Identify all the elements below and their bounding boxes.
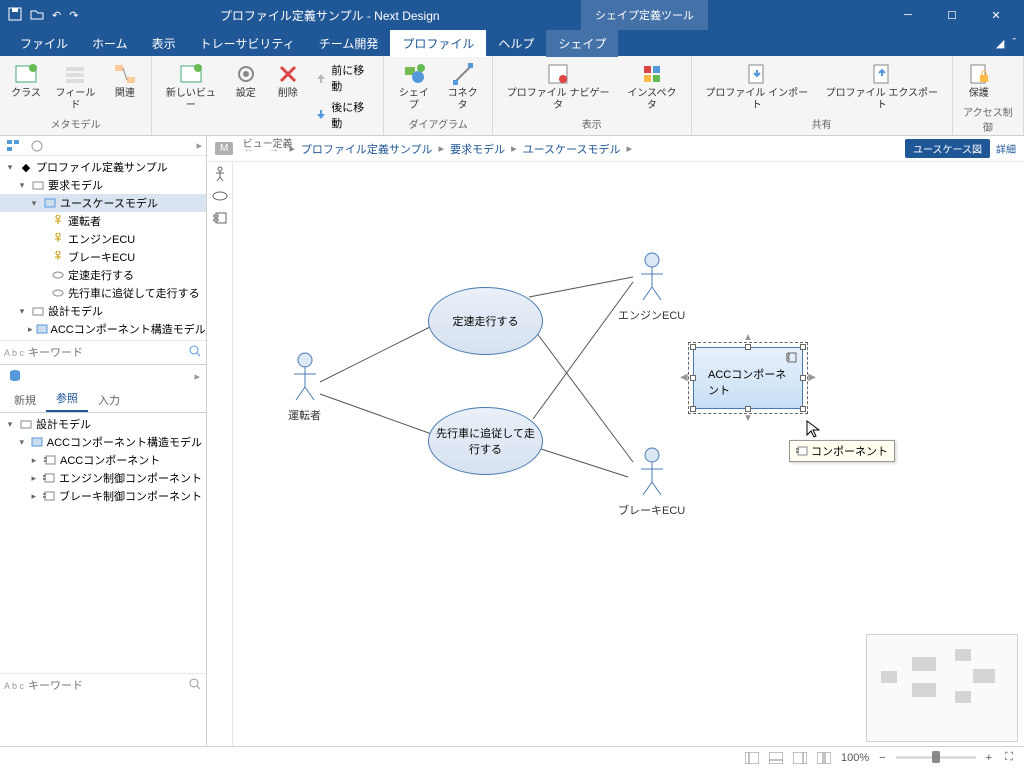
open-icon[interactable] bbox=[30, 7, 44, 24]
ribbon-collapse-icon[interactable]: ◢ bbox=[996, 37, 1004, 50]
actor-brake[interactable]: ブレーキECU bbox=[618, 447, 685, 518]
tab-input[interactable]: 入力 bbox=[88, 388, 130, 412]
m-badge: M bbox=[215, 142, 233, 155]
tab-shape[interactable]: シェイプ bbox=[546, 30, 618, 57]
layout4-icon[interactable] bbox=[817, 751, 831, 765]
undo-icon[interactable]: ↶ bbox=[52, 9, 61, 22]
usecase-cruise[interactable]: 定速走行する bbox=[428, 287, 543, 355]
actor-engine[interactable]: エンジンECU bbox=[618, 252, 685, 323]
nav-fwd[interactable]: → bbox=[264, 143, 283, 155]
collapse-icon[interactable]: ▸ bbox=[196, 139, 202, 152]
group-display: 表示 bbox=[499, 114, 685, 133]
titlebar: ↶ ↷ プロファイル定義サンプル - Next Design シェイプ定義ツール… bbox=[0, 0, 1024, 30]
actor-driver[interactable]: 運転者 bbox=[288, 352, 321, 423]
sidebar: ▸ ▾◆プロファイル定義サンプル ▾要求モデル ▾ユースケースモデル 運転者 エ… bbox=[0, 136, 207, 746]
group-share: 共有 bbox=[698, 114, 946, 133]
export-button[interactable]: プロファイル エクスポート bbox=[818, 60, 946, 114]
keyword-input-2[interactable] bbox=[28, 680, 184, 692]
tree-item-usecase: ▾ユースケースモデル bbox=[0, 194, 206, 212]
zoom-label: 100% bbox=[841, 752, 869, 764]
contextual-tab-label: シェイプ定義ツール bbox=[581, 0, 708, 30]
layout3-icon[interactable] bbox=[793, 751, 807, 765]
close-button[interactable]: ✕ bbox=[976, 0, 1016, 30]
moveup-button[interactable]: 前に移動 bbox=[310, 60, 378, 96]
settings-button[interactable]: 設定 bbox=[226, 60, 266, 102]
tree-icon[interactable] bbox=[4, 137, 22, 155]
component-icon bbox=[786, 352, 797, 363]
keyword-input[interactable] bbox=[28, 347, 184, 359]
inspector-button[interactable]: インスペクタ bbox=[619, 60, 684, 114]
ref-tree[interactable]: ▾設計モデル ▾ACCコンポーネント構造モデル ▸ACCコンポーネント ▸エンジ… bbox=[0, 413, 206, 673]
diagram-canvas[interactable]: 運転者 エンジンECU ブレーキECU 定速走行する 先行車に追従して走 行する bbox=[233, 162, 1024, 746]
class-button[interactable]: クラス bbox=[6, 60, 46, 102]
tab-file[interactable]: ファイル bbox=[8, 30, 80, 57]
usecase-follow[interactable]: 先行車に追従して走 行する bbox=[428, 407, 543, 475]
nav-back[interactable]: ← bbox=[239, 143, 258, 155]
drop-tooltip: コンポーネント bbox=[789, 440, 895, 462]
tab-profile[interactable]: プロファイル bbox=[390, 30, 486, 57]
tree-toolbar: ▸ bbox=[0, 136, 206, 156]
delete-button[interactable]: 削除 bbox=[268, 60, 308, 102]
view-badge[interactable]: ユースケース図 bbox=[905, 139, 990, 158]
newview-button[interactable]: 新しいビュー bbox=[158, 60, 224, 114]
ribbon: クラス フィールド 関連 メタモデル 新しいビュー 設定 削除 前に移動 後に移… bbox=[0, 56, 1024, 136]
profnav-button[interactable]: プロファイル ナビゲータ bbox=[499, 60, 617, 114]
zoom-slider[interactable] bbox=[896, 756, 976, 759]
detail-link[interactable]: 詳細 bbox=[996, 141, 1016, 156]
canvas-area: M ← → ▸ プロファイル定義サンプル▸ 要求モデル▸ ユースケースモデル▸ … bbox=[207, 136, 1024, 746]
filter-toggle2-icon[interactable] bbox=[188, 677, 202, 694]
maximize-button[interactable]: ☐ bbox=[932, 0, 972, 30]
group-diagram: ダイアグラム bbox=[390, 114, 486, 133]
assoc-button[interactable]: 関連 bbox=[105, 60, 145, 102]
shape-button[interactable]: シェイプ bbox=[390, 60, 437, 114]
zoom-out[interactable]: − bbox=[879, 752, 885, 764]
group-access: アクセス制御 bbox=[959, 102, 1017, 136]
tab-view[interactable]: 表示 bbox=[140, 30, 188, 57]
statusbar: 100% − + ⛶ bbox=[0, 746, 1024, 768]
palette bbox=[207, 162, 233, 746]
window-title: プロファイル定義サンプル - Next Design bbox=[78, 7, 581, 24]
collapse2-icon[interactable]: ▸ bbox=[194, 370, 200, 383]
layout1-icon[interactable] bbox=[745, 751, 759, 765]
palette-usecase[interactable] bbox=[211, 188, 229, 204]
layout2-icon[interactable] bbox=[769, 751, 783, 765]
filter-toggle-icon[interactable] bbox=[188, 344, 202, 361]
model-tree[interactable]: ▾◆プロファイル定義サンプル ▾要求モデル ▾ユースケースモデル 運転者 エンジ… bbox=[0, 156, 206, 340]
component-acc[interactable]: ACCコンポーネント ▲ ▼ ◀ ▶ bbox=[693, 347, 803, 409]
filter-icon: A b c bbox=[4, 348, 24, 358]
field-button[interactable]: フィールド bbox=[48, 60, 103, 114]
palette-component[interactable] bbox=[211, 210, 229, 226]
minimize-button[interactable]: ─ bbox=[888, 0, 928, 30]
tab-ref[interactable]: 参照 bbox=[46, 386, 88, 412]
import-button[interactable]: プロファイル インポート bbox=[698, 60, 816, 114]
zoom-in[interactable]: + bbox=[986, 752, 992, 764]
menu-tabs: ファイル ホーム 表示 トレーサビリティ チーム開発 プロファイル ヘルプ シェ… bbox=[0, 30, 1024, 56]
tree-config-icon[interactable] bbox=[28, 137, 46, 155]
ribbon-expand-icon[interactable]: ˇ bbox=[1012, 37, 1016, 49]
save-icon[interactable] bbox=[8, 7, 22, 24]
tab-team[interactable]: チーム開発 bbox=[307, 30, 391, 57]
protect-button[interactable]: 保護 bbox=[959, 60, 999, 102]
breadcrumb: M ← → ▸ プロファイル定義サンプル▸ 要求モデル▸ ユースケースモデル▸ … bbox=[207, 136, 1024, 162]
redo-icon[interactable]: ↷ bbox=[69, 9, 78, 22]
palette-actor[interactable] bbox=[211, 166, 229, 182]
minimap[interactable] bbox=[866, 634, 1018, 742]
tab-home[interactable]: ホーム bbox=[80, 30, 140, 57]
fit-icon[interactable]: ⛶ bbox=[1002, 751, 1016, 765]
movedown-button[interactable]: 後に移動 bbox=[310, 97, 378, 133]
group-metamodel: メタモデル bbox=[6, 114, 145, 133]
connector-button[interactable]: コネクタ bbox=[439, 60, 486, 114]
tab-trace[interactable]: トレーサビリティ bbox=[188, 30, 307, 57]
db-icon[interactable] bbox=[6, 367, 24, 385]
tab-help[interactable]: ヘルプ bbox=[486, 30, 546, 57]
tab-new[interactable]: 新規 bbox=[4, 388, 46, 412]
